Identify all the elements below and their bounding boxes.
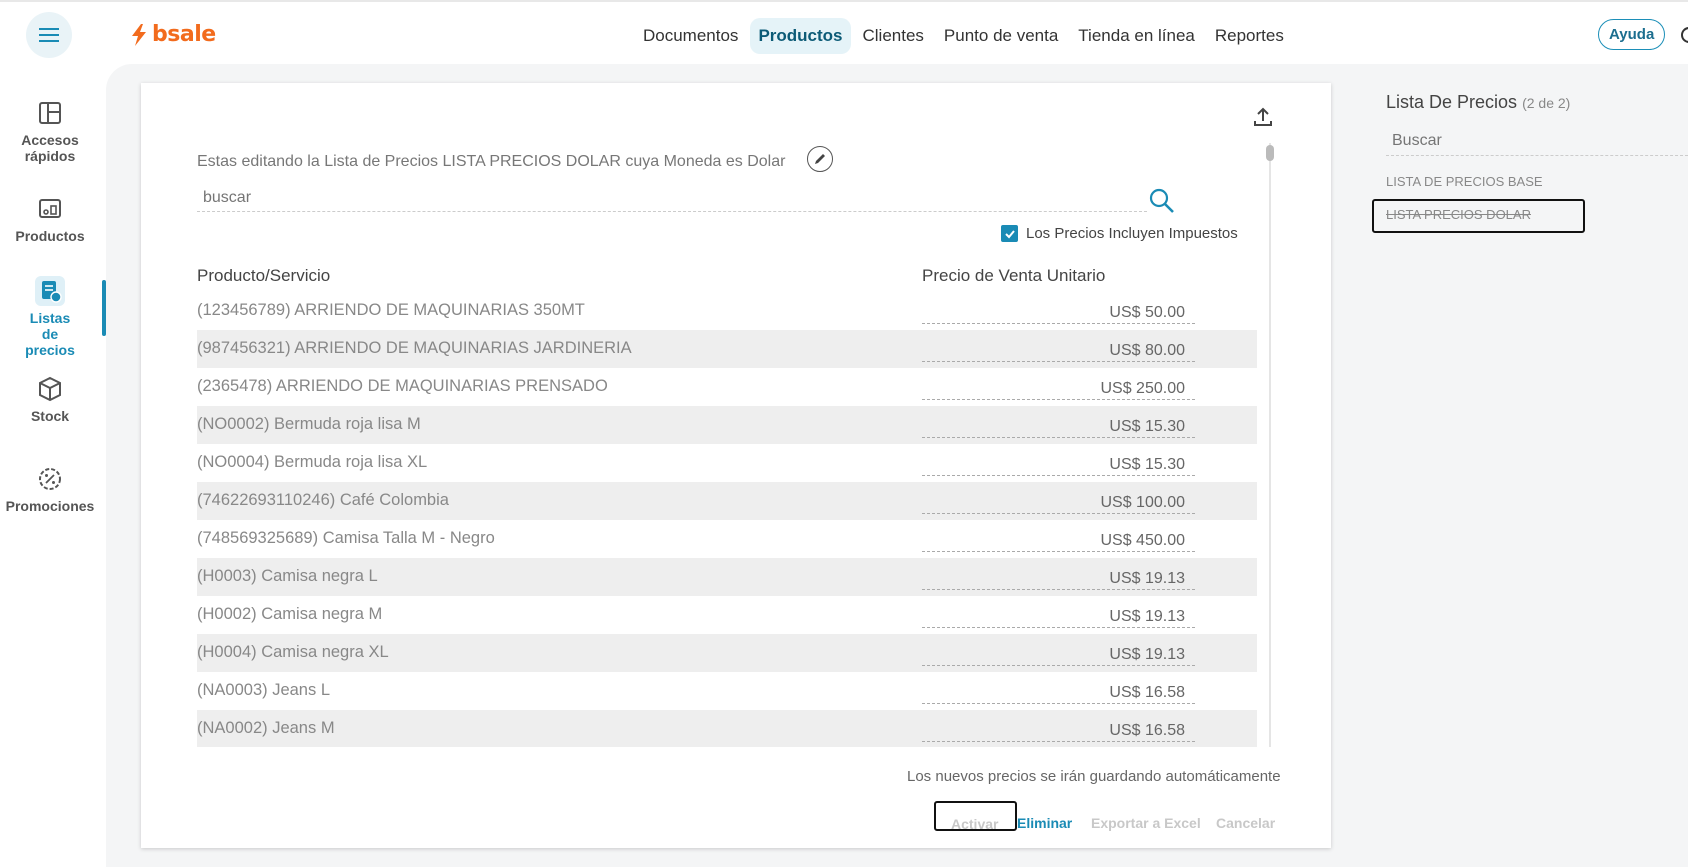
export-excel-button[interactable]: Exportar a Excel (1091, 815, 1201, 831)
layout-icon (39, 102, 61, 124)
checkbox-checked[interactable] (1001, 225, 1018, 242)
nav-punto-de-venta[interactable]: Punto de venta (936, 18, 1066, 54)
price-lists-title: Lista De Precios (2 de 2) (1386, 92, 1570, 113)
selected-list-highlight (1372, 199, 1585, 233)
product-name: (NO0002) Bermuda roja lisa M (197, 415, 421, 433)
sidebar-item-label: Accesos rápidos (21, 132, 79, 164)
product-name: (987456321) ARRIENDO DE MAQUINARIAS JARD… (197, 339, 632, 357)
table-row: (NA0002) Jeans M US$ 16.58 (197, 710, 1257, 747)
nav-tienda-en-linea[interactable]: Tienda en línea (1070, 18, 1203, 54)
taxes-included-checkbox[interactable]: Los Precios Incluyen Impuestos (1001, 225, 1238, 242)
price-input[interactable]: US$ 15.30 (922, 449, 1195, 476)
delete-button[interactable]: Eliminar (1017, 815, 1072, 831)
price-input[interactable]: US$ 250.00 (922, 373, 1195, 400)
price-lists-search-input[interactable] (1386, 128, 1688, 154)
sidebar-item-listas-de-precios[interactable]: Listas de precios (0, 276, 100, 358)
price-input[interactable]: US$ 15.30 (922, 411, 1195, 438)
main-nav: Documentos Productos Clientes Punto de v… (635, 18, 1292, 54)
price-input[interactable]: US$ 19.13 (922, 601, 1195, 628)
bsale-bolt-icon (132, 23, 146, 46)
product-name: (NA0002) Jeans M (197, 719, 335, 737)
table-row: (123456789) ARRIENDO DE MAQUINARIAS 350M… (197, 292, 1257, 330)
nav-documentos[interactable]: Documentos (635, 18, 746, 54)
product-name: (74622693110246) Café Colombia (197, 491, 449, 509)
search-icon[interactable] (1147, 186, 1177, 216)
price-lists-count: (2 de 2) (1522, 95, 1571, 111)
price-input[interactable]: US$ 450.00 (922, 525, 1195, 552)
price-input[interactable]: US$ 80.00 (922, 335, 1195, 362)
price-input[interactable]: US$ 50.00 (922, 297, 1195, 324)
autosave-note: Los nuevos precios se irán guardando aut… (907, 768, 1281, 785)
cancel-button[interactable]: Cancelar (1216, 815, 1275, 831)
pencil-icon (815, 154, 825, 164)
sidebar: Accesos rápidos Productos Listas de prec… (0, 66, 100, 867)
product-name: (NA0003) Jeans L (197, 681, 330, 699)
table-row: (NO0004) Bermuda roja lisa XL US$ 15.30 (197, 444, 1257, 482)
scrollbar-track[interactable] (1269, 143, 1271, 747)
settings-icon[interactable] (1678, 24, 1688, 46)
nav-reportes[interactable]: Reportes (1207, 18, 1292, 54)
product-name: (2365478) ARRIENDO DE MAQUINARIAS PRENSA… (197, 377, 608, 395)
nav-productos[interactable]: Productos (750, 18, 851, 54)
checkmark-icon (1004, 229, 1015, 238)
table-row: (2365478) ARRIENDO DE MAQUINARIAS PRENSA… (197, 368, 1257, 406)
product-search-field (197, 186, 1147, 212)
hamburger-icon (39, 28, 59, 42)
table-row: (NA0003) Jeans L US$ 16.58 (197, 672, 1257, 710)
upload-export-icon[interactable] (1252, 106, 1274, 128)
table-row: (H0003) Camisa negra L US$ 19.13 (197, 558, 1257, 596)
column-header-price: Precio de Venta Unitario (922, 266, 1106, 285)
product-name: (H0004) Camisa negra XL (197, 643, 389, 661)
table-row: (74622693110246) Café Colombia US$ 100.00 (197, 482, 1257, 520)
price-input[interactable]: US$ 16.58 (922, 677, 1195, 704)
product-name: (NO0004) Bermuda roja lisa XL (197, 453, 428, 471)
sidebar-item-promociones[interactable]: Promociones (0, 464, 100, 514)
price-input[interactable]: US$ 19.13 (922, 639, 1195, 666)
activate-label: Activar (951, 816, 999, 832)
nav-clientes[interactable]: Clientes (855, 18, 932, 54)
column-header-product: Producto/Servicio (197, 266, 331, 285)
table-row: (NO0002) Bermuda roja lisa M US$ 15.30 (197, 406, 1257, 444)
sidebar-item-label: Stock (30, 408, 70, 424)
price-input[interactable]: US$ 19.13 (922, 563, 1195, 590)
product-search-input[interactable] (197, 186, 1097, 210)
percent-badge-icon (39, 468, 61, 490)
price-lists-title-text: Lista De Precios (1386, 92, 1518, 112)
sidebar-item-label: Listas de precios (25, 310, 75, 358)
bsale-logo[interactable]: bsale (130, 22, 216, 47)
product-name: (H0003) Camisa negra L (197, 567, 378, 585)
help-button[interactable]: Ayuda (1598, 19, 1666, 50)
price-table: (123456789) ARRIENDO DE MAQUINARIAS 350M… (197, 292, 1257, 747)
table-row: (H0004) Camisa negra XL US$ 19.13 (197, 634, 1257, 672)
price-list-icon (35, 276, 65, 306)
product-name: (123456789) ARRIENDO DE MAQUINARIAS 350M… (197, 301, 585, 319)
table-row: (987456321) ARRIENDO DE MAQUINARIAS JARD… (197, 330, 1257, 368)
price-lists-search-field (1386, 128, 1688, 156)
products-icon (39, 199, 61, 218)
scrollbar-thumb[interactable] (1266, 145, 1274, 161)
editor-title: Estas editando la Lista de Precios LISTA… (197, 153, 786, 170)
edit-list-button[interactable] (807, 146, 833, 172)
price-input[interactable]: US$ 16.58 (922, 715, 1195, 742)
sidebar-item-accesos-rapidos[interactable]: Accesos rápidos (0, 98, 100, 164)
price-input[interactable]: US$ 100.00 (922, 487, 1195, 514)
logo-text: bsale (152, 22, 216, 47)
top-bar: bsale Documentos Productos Clientes Punt… (0, 0, 1688, 66)
sidebar-item-label: Productos (15, 228, 85, 244)
sidebar-item-stock[interactable]: Stock (0, 374, 100, 424)
activate-button[interactable]: Activar (934, 801, 1017, 832)
taxes-included-label: Los Precios Incluyen Impuestos (1026, 225, 1238, 242)
product-name: (H0002) Camisa negra M (197, 605, 383, 623)
sidebar-item-productos[interactable]: Productos (0, 194, 100, 244)
sidebar-item-label: Promociones (5, 498, 95, 514)
hamburger-menu-button[interactable] (26, 12, 72, 58)
price-list-item-base[interactable]: LISTA DE PRECIOS BASE (1386, 174, 1543, 189)
table-row: (H0002) Camisa negra M US$ 19.13 (197, 596, 1257, 634)
table-row: (748569325689) Camisa Talla M - Negro US$… (197, 520, 1257, 558)
product-name: (748569325689) Camisa Talla M - Negro (197, 529, 495, 547)
box-icon (39, 376, 61, 402)
